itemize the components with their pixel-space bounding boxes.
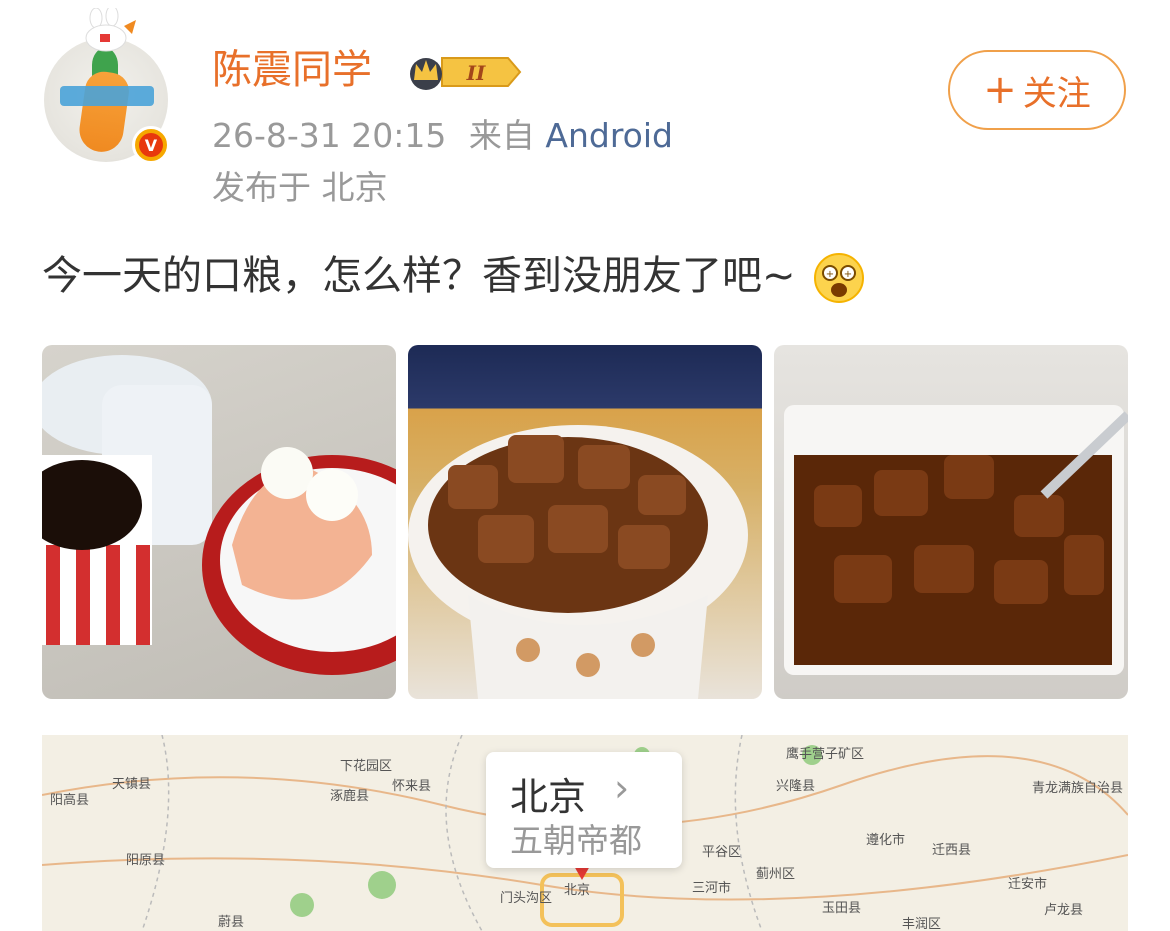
source-link[interactable]: Android [545,116,673,155]
carrot-shape [76,69,132,155]
photo-2-illustration [408,425,748,699]
map-label: 玉田县 [822,901,862,916]
map-label: 蓟州区 [756,867,796,882]
post-text: 今一天的口粮，怎么样？香到没朋友了吧~ + + [42,248,866,305]
map-label: 阳高县 [50,793,90,808]
map-label: 迁西县 [932,843,972,858]
photo-3-illustration [784,405,1128,675]
map-label: 丰润区 [902,917,942,931]
level-badge-text: II [466,61,486,85]
username[interactable]: 陈震同学 [212,44,372,96]
map-location-card[interactable]: 北京 › 五朝帝都 [486,752,682,868]
map-label: 门头沟区 [500,891,553,906]
map-label: 北京 [564,883,591,898]
bunny-icon [85,8,136,52]
post-location: 发布于 北京 [212,168,388,207]
svg-text:+: + [844,269,852,280]
avatar-banner [60,86,154,106]
map-label: 鹰手营子矿区 [786,747,865,762]
crown-icon[interactable]: II [404,52,522,92]
map-label: 青龙满族自治县 [1032,781,1124,796]
map-label: 蔚县 [218,915,245,930]
map-label: 卢龙县 [1044,903,1084,918]
follow-button[interactable]: + 关注 [948,50,1126,130]
emoji-icon: + + [814,253,865,303]
map-label: 遵化市 [866,833,906,848]
post-photo-1[interactable] [42,345,396,699]
map-label: 天镇县 [112,777,152,792]
verified-mark: V [139,133,163,157]
plus-icon: + [983,67,1017,113]
verified-badge: V [132,126,170,164]
post-photo-2[interactable] [408,345,762,699]
post-body: 今一天的口粮，怎么样？香到没朋友了吧~ [42,253,796,299]
map-label: 迁安市 [1008,877,1048,892]
post-date: 26-8-31 20:15 [212,116,447,155]
avatar[interactable]: V [42,8,174,170]
follow-label: 关注 [1022,73,1091,114]
map-label: 涿鹿县 [330,789,370,804]
post-meta: 26-8-31 20:15 来自 Android [212,116,673,156]
post-photo-3[interactable] [774,345,1128,699]
chevron-right-icon: › [614,766,630,810]
map-label: 三河市 [692,881,732,896]
map-label: 阳原县 [126,853,166,868]
map-city: 北京 [510,775,587,819]
svg-text:+: + [826,269,834,280]
from-label: 来自 [468,116,535,155]
map-city-description: 五朝帝都 [510,821,642,860]
map-label: 平谷区 [702,845,742,860]
map-label: 兴隆县 [776,779,816,794]
map-label: 怀来县 [392,779,432,794]
map-label: 下花园区 [340,759,393,774]
photo-1-illustration [42,355,396,675]
